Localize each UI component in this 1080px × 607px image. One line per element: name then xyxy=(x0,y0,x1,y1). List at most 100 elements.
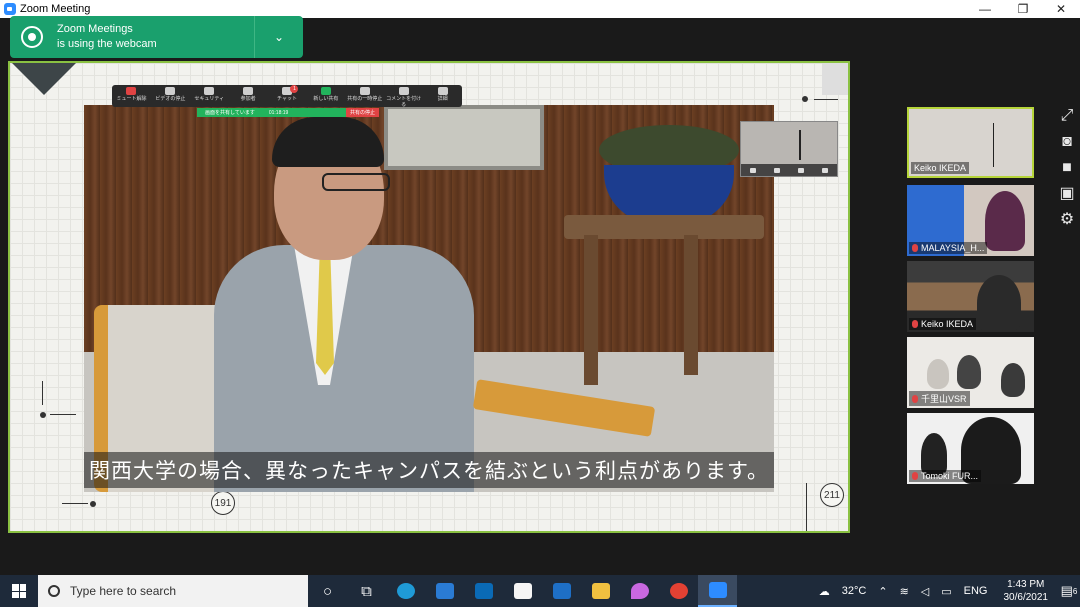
language-indicator[interactable]: ENG xyxy=(964,585,988,597)
chrome-icon[interactable] xyxy=(659,575,698,607)
page-number-right: 211 xyxy=(820,483,844,507)
more-button[interactable]: 詳細 xyxy=(423,87,462,102)
annotate-icon xyxy=(398,87,409,95)
speaker-glasses xyxy=(322,173,390,191)
mic-muted-icon xyxy=(126,87,137,95)
webcam-notification[interactable]: Zoom Meetings is using the webcam ⌄ xyxy=(10,16,303,58)
share-screen-icon xyxy=(320,87,331,95)
windows-logo-icon xyxy=(12,584,26,598)
cortana-icon[interactable]: ○ xyxy=(308,575,347,607)
file-explorer-icon[interactable] xyxy=(581,575,620,607)
gallery-icon[interactable]: ▣ xyxy=(1057,184,1077,204)
notification-center-icon[interactable]: ▤ 6 xyxy=(1058,575,1080,607)
chat-label: チャット xyxy=(277,96,297,102)
participant-name: 千里山VSR xyxy=(909,391,970,406)
self-view-video[interactable] xyxy=(740,121,838,177)
photos-icon[interactable] xyxy=(464,575,503,607)
collapse-icon[interactable] xyxy=(750,167,756,173)
mic-icon[interactable] xyxy=(774,167,780,173)
shared-video: 関西大学の場合、異なったキャンパスを結ぶという利点があります。 xyxy=(84,105,774,492)
store-icon[interactable] xyxy=(503,575,542,607)
pause-share-label: 共有の一時停止 xyxy=(347,96,383,102)
maximize-button[interactable]: ❐ xyxy=(1004,0,1042,18)
task-view-icon[interactable]: ⧉ xyxy=(347,575,386,607)
edge-icon[interactable] xyxy=(386,575,425,607)
stool-leg xyxy=(684,235,698,375)
shield-icon xyxy=(204,87,215,95)
decorative-triangle xyxy=(12,63,76,95)
pause-icon xyxy=(359,87,370,95)
battery-icon[interactable]: ▭ xyxy=(941,585,951,598)
pause-share-button[interactable]: 共有の一時停止 xyxy=(345,87,384,102)
clock[interactable]: 1:43 PM 30/6/2021 xyxy=(1004,578,1049,604)
refresh-icon[interactable] xyxy=(822,167,828,173)
shared-screen: 191 211 関西大学の場合、異なったキャンパスを結ぶという利点があります。 xyxy=(8,61,850,533)
clock-time: 1:43 PM xyxy=(1007,579,1045,590)
new-share-label: 新しい共有 xyxy=(313,96,339,102)
window-title: Zoom Meeting xyxy=(20,3,91,15)
participant-name: Tomoki FUR... xyxy=(909,470,982,482)
mic-stand xyxy=(799,130,801,160)
decorative-line xyxy=(814,99,838,100)
video-icon[interactable] xyxy=(798,167,804,173)
participant-name: Keiko IKEDA xyxy=(909,318,977,330)
decorative-line xyxy=(62,503,88,504)
mic-muted-icon xyxy=(912,244,918,252)
sharing-timer: 01:18:19 xyxy=(268,109,289,116)
participant-name-text: 千里山VSR xyxy=(921,394,967,404)
more-icon xyxy=(437,87,448,95)
paint-icon[interactable] xyxy=(620,575,659,607)
stop-video-button[interactable]: ビデオの停止 xyxy=(151,87,190,102)
close-button[interactable]: ✕ xyxy=(1042,0,1080,18)
mic-stand xyxy=(993,123,994,167)
decorative-line xyxy=(50,414,76,415)
unmute-button[interactable]: ミュート解除 xyxy=(112,87,151,102)
participant-name-text: Keiko IKEDA xyxy=(914,163,967,173)
volume-icon[interactable]: ◁ xyxy=(921,585,929,598)
sharing-status-bar: 画面を共有しています 01:18:19 共有の停止 xyxy=(197,108,379,117)
new-share-button[interactable]: 新しい共有 xyxy=(306,87,345,102)
participant-figure xyxy=(1001,363,1025,397)
mail-icon[interactable] xyxy=(425,575,464,607)
notification-count: 6 xyxy=(1072,586,1078,596)
page-number-left: 191 xyxy=(211,491,235,515)
participants-button[interactable]: 参加者 xyxy=(229,87,268,102)
side-toolbar: ⤢ ◙ ■ ▣ ⚙ xyxy=(1054,106,1080,236)
weather-icon[interactable]: ☁ xyxy=(819,585,830,598)
weather-temperature[interactable]: 32°C xyxy=(842,585,867,597)
participant-tile[interactable]: Keiko IKEDA xyxy=(907,107,1034,178)
decorative-dot xyxy=(90,501,96,507)
minimize-button[interactable]: — xyxy=(966,0,1004,18)
chevron-up-icon[interactable]: ⌃ xyxy=(878,585,887,598)
notification-text: Zoom Meetings is using the webcam xyxy=(57,22,254,52)
camera-icon[interactable]: ◙ xyxy=(1057,132,1077,152)
wifi-icon[interactable]: ≋ xyxy=(900,585,909,598)
clock-date: 30/6/2021 xyxy=(1003,592,1049,603)
participant-name: MALAYSIA_H... xyxy=(909,242,988,254)
participant-tile[interactable]: MALAYSIA_H... xyxy=(907,185,1034,256)
security-button[interactable]: セキュリティ xyxy=(190,87,229,102)
webcam-icon xyxy=(21,26,43,48)
participant-tile[interactable]: 千里山VSR xyxy=(907,337,1034,408)
notification-title: Zoom Meetings xyxy=(57,23,133,35)
movies-icon[interactable] xyxy=(542,575,581,607)
participant-tile[interactable]: Keiko IKEDA xyxy=(907,261,1034,332)
decorative-line xyxy=(806,483,807,531)
zoom-app-icon[interactable] xyxy=(698,575,737,607)
mic-muted-icon xyxy=(912,320,918,328)
video-subtitle: 関西大学の場合、異なったキャンパスを結ぶという利点があります。 xyxy=(84,452,774,488)
participant-tile[interactable]: Tomoki FUR... xyxy=(907,413,1034,484)
chevron-down-icon[interactable]: ⌄ xyxy=(255,30,303,44)
taskbar-search[interactable]: Type here to search xyxy=(38,575,308,607)
stop-share-button[interactable]: 共有の停止 xyxy=(345,108,379,117)
video-icon[interactable]: ■ xyxy=(1057,158,1077,178)
annotate-button[interactable]: コメントを付ける xyxy=(384,87,423,108)
zoom-logo-icon xyxy=(4,3,16,15)
participant-name-text: Tomoki FUR... xyxy=(921,471,979,481)
pin-icon[interactable]: ⤢ xyxy=(1057,106,1077,126)
chat-button[interactable]: 1 チャット xyxy=(268,85,307,102)
unmute-label: ミュート解除 xyxy=(116,96,147,102)
participant-figure xyxy=(977,275,1021,331)
settings-icon[interactable]: ⚙ xyxy=(1057,210,1077,230)
start-button[interactable] xyxy=(0,575,38,607)
